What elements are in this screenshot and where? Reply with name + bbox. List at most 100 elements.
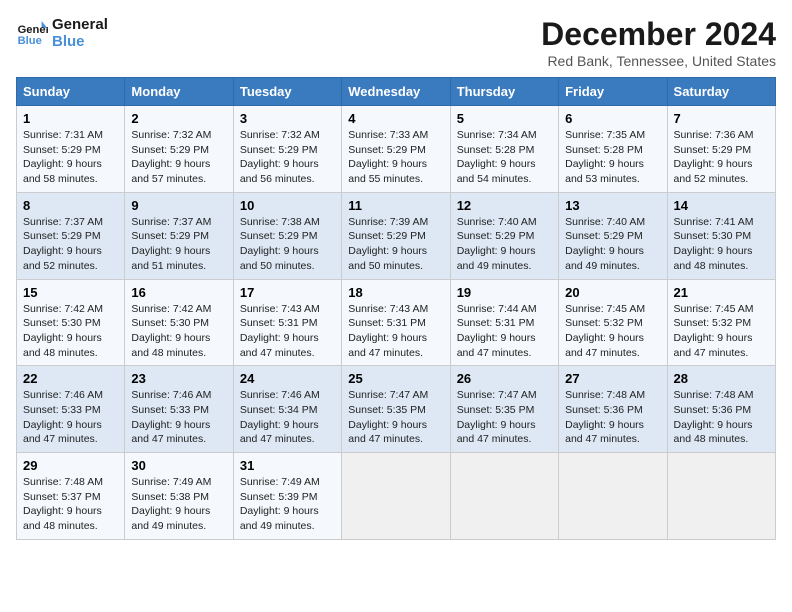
- day-info: Sunrise: 7:35 AMSunset: 5:28 PMDaylight:…: [565, 129, 645, 185]
- day-number: 10: [240, 198, 335, 213]
- calendar-cell: [450, 453, 558, 540]
- day-number: 20: [565, 285, 660, 300]
- day-number: 7: [674, 111, 769, 126]
- day-number: 26: [457, 371, 552, 386]
- day-info: Sunrise: 7:31 AMSunset: 5:29 PMDaylight:…: [23, 129, 103, 185]
- day-info: Sunrise: 7:48 AMSunset: 5:36 PMDaylight:…: [674, 389, 754, 445]
- day-number: 11: [348, 198, 443, 213]
- day-info: Sunrise: 7:46 AMSunset: 5:33 PMDaylight:…: [23, 389, 103, 445]
- calendar-cell: [559, 453, 667, 540]
- calendar-cell: 28 Sunrise: 7:48 AMSunset: 5:36 PMDaylig…: [667, 366, 775, 453]
- header: General Blue General Blue December 2024 …: [16, 16, 776, 69]
- col-friday: Friday: [559, 78, 667, 106]
- day-number: 30: [131, 458, 226, 473]
- day-info: Sunrise: 7:47 AMSunset: 5:35 PMDaylight:…: [348, 389, 428, 445]
- calendar-cell: 31 Sunrise: 7:49 AMSunset: 5:39 PMDaylig…: [233, 453, 341, 540]
- day-info: Sunrise: 7:48 AMSunset: 5:36 PMDaylight:…: [565, 389, 645, 445]
- calendar-title: December 2024: [541, 16, 776, 53]
- day-number: 13: [565, 198, 660, 213]
- day-info: Sunrise: 7:32 AMSunset: 5:29 PMDaylight:…: [131, 129, 211, 185]
- day-number: 25: [348, 371, 443, 386]
- calendar-row: 8 Sunrise: 7:37 AMSunset: 5:29 PMDayligh…: [17, 192, 776, 279]
- day-info: Sunrise: 7:49 AMSunset: 5:39 PMDaylight:…: [240, 476, 320, 532]
- calendar-cell: [342, 453, 450, 540]
- calendar-cell: 1 Sunrise: 7:31 AMSunset: 5:29 PMDayligh…: [17, 106, 125, 193]
- day-info: Sunrise: 7:38 AMSunset: 5:29 PMDaylight:…: [240, 216, 320, 272]
- day-info: Sunrise: 7:44 AMSunset: 5:31 PMDaylight:…: [457, 303, 537, 359]
- calendar-cell: 10 Sunrise: 7:38 AMSunset: 5:29 PMDaylig…: [233, 192, 341, 279]
- calendar-cell: 23 Sunrise: 7:46 AMSunset: 5:33 PMDaylig…: [125, 366, 233, 453]
- calendar-cell: 12 Sunrise: 7:40 AMSunset: 5:29 PMDaylig…: [450, 192, 558, 279]
- calendar-cell: 9 Sunrise: 7:37 AMSunset: 5:29 PMDayligh…: [125, 192, 233, 279]
- calendar-row: 22 Sunrise: 7:46 AMSunset: 5:33 PMDaylig…: [17, 366, 776, 453]
- calendar-cell: 5 Sunrise: 7:34 AMSunset: 5:28 PMDayligh…: [450, 106, 558, 193]
- day-number: 22: [23, 371, 118, 386]
- day-info: Sunrise: 7:34 AMSunset: 5:28 PMDaylight:…: [457, 129, 537, 185]
- calendar-cell: 13 Sunrise: 7:40 AMSunset: 5:29 PMDaylig…: [559, 192, 667, 279]
- calendar-cell: 14 Sunrise: 7:41 AMSunset: 5:30 PMDaylig…: [667, 192, 775, 279]
- col-wednesday: Wednesday: [342, 78, 450, 106]
- col-sunday: Sunday: [17, 78, 125, 106]
- day-number: 3: [240, 111, 335, 126]
- calendar-cell: 24 Sunrise: 7:46 AMSunset: 5:34 PMDaylig…: [233, 366, 341, 453]
- day-info: Sunrise: 7:39 AMSunset: 5:29 PMDaylight:…: [348, 216, 428, 272]
- day-number: 27: [565, 371, 660, 386]
- calendar-cell: 18 Sunrise: 7:43 AMSunset: 5:31 PMDaylig…: [342, 279, 450, 366]
- calendar-cell: 30 Sunrise: 7:49 AMSunset: 5:38 PMDaylig…: [125, 453, 233, 540]
- day-number: 2: [131, 111, 226, 126]
- day-info: Sunrise: 7:47 AMSunset: 5:35 PMDaylight:…: [457, 389, 537, 445]
- logo-text-general: General: [52, 16, 108, 33]
- logo-text-blue: Blue: [52, 33, 108, 50]
- calendar-cell: 3 Sunrise: 7:32 AMSunset: 5:29 PMDayligh…: [233, 106, 341, 193]
- day-info: Sunrise: 7:48 AMSunset: 5:37 PMDaylight:…: [23, 476, 103, 532]
- header-row: Sunday Monday Tuesday Wednesday Thursday…: [17, 78, 776, 106]
- calendar-cell: 4 Sunrise: 7:33 AMSunset: 5:29 PMDayligh…: [342, 106, 450, 193]
- day-info: Sunrise: 7:46 AMSunset: 5:34 PMDaylight:…: [240, 389, 320, 445]
- day-info: Sunrise: 7:37 AMSunset: 5:29 PMDaylight:…: [23, 216, 103, 272]
- day-info: Sunrise: 7:42 AMSunset: 5:30 PMDaylight:…: [23, 303, 103, 359]
- day-info: Sunrise: 7:43 AMSunset: 5:31 PMDaylight:…: [348, 303, 428, 359]
- calendar-cell: 16 Sunrise: 7:42 AMSunset: 5:30 PMDaylig…: [125, 279, 233, 366]
- day-number: 24: [240, 371, 335, 386]
- day-number: 23: [131, 371, 226, 386]
- day-info: Sunrise: 7:49 AMSunset: 5:38 PMDaylight:…: [131, 476, 211, 532]
- day-number: 21: [674, 285, 769, 300]
- day-info: Sunrise: 7:42 AMSunset: 5:30 PMDaylight:…: [131, 303, 211, 359]
- day-info: Sunrise: 7:46 AMSunset: 5:33 PMDaylight:…: [131, 389, 211, 445]
- day-number: 9: [131, 198, 226, 213]
- day-info: Sunrise: 7:36 AMSunset: 5:29 PMDaylight:…: [674, 129, 754, 185]
- day-info: Sunrise: 7:40 AMSunset: 5:29 PMDaylight:…: [457, 216, 537, 272]
- col-monday: Monday: [125, 78, 233, 106]
- calendar-row: 29 Sunrise: 7:48 AMSunset: 5:37 PMDaylig…: [17, 453, 776, 540]
- day-info: Sunrise: 7:33 AMSunset: 5:29 PMDaylight:…: [348, 129, 428, 185]
- calendar-table: Sunday Monday Tuesday Wednesday Thursday…: [16, 77, 776, 540]
- calendar-cell: 25 Sunrise: 7:47 AMSunset: 5:35 PMDaylig…: [342, 366, 450, 453]
- calendar-cell: 21 Sunrise: 7:45 AMSunset: 5:32 PMDaylig…: [667, 279, 775, 366]
- day-number: 16: [131, 285, 226, 300]
- calendar-cell: 20 Sunrise: 7:45 AMSunset: 5:32 PMDaylig…: [559, 279, 667, 366]
- day-number: 18: [348, 285, 443, 300]
- day-number: 31: [240, 458, 335, 473]
- logo-icon: General Blue: [16, 17, 48, 49]
- day-number: 28: [674, 371, 769, 386]
- calendar-row: 15 Sunrise: 7:42 AMSunset: 5:30 PMDaylig…: [17, 279, 776, 366]
- calendar-cell: 15 Sunrise: 7:42 AMSunset: 5:30 PMDaylig…: [17, 279, 125, 366]
- day-number: 12: [457, 198, 552, 213]
- calendar-cell: 2 Sunrise: 7:32 AMSunset: 5:29 PMDayligh…: [125, 106, 233, 193]
- day-number: 6: [565, 111, 660, 126]
- calendar-cell: [667, 453, 775, 540]
- day-number: 15: [23, 285, 118, 300]
- calendar-cell: 22 Sunrise: 7:46 AMSunset: 5:33 PMDaylig…: [17, 366, 125, 453]
- day-number: 29: [23, 458, 118, 473]
- calendar-cell: 8 Sunrise: 7:37 AMSunset: 5:29 PMDayligh…: [17, 192, 125, 279]
- day-number: 8: [23, 198, 118, 213]
- calendar-cell: 6 Sunrise: 7:35 AMSunset: 5:28 PMDayligh…: [559, 106, 667, 193]
- day-info: Sunrise: 7:41 AMSunset: 5:30 PMDaylight:…: [674, 216, 754, 272]
- day-info: Sunrise: 7:40 AMSunset: 5:29 PMDaylight:…: [565, 216, 645, 272]
- day-info: Sunrise: 7:32 AMSunset: 5:29 PMDaylight:…: [240, 129, 320, 185]
- title-area: December 2024 Red Bank, Tennessee, Unite…: [541, 16, 776, 69]
- calendar-cell: 7 Sunrise: 7:36 AMSunset: 5:29 PMDayligh…: [667, 106, 775, 193]
- col-thursday: Thursday: [450, 78, 558, 106]
- calendar-subtitle: Red Bank, Tennessee, United States: [541, 53, 776, 69]
- day-number: 5: [457, 111, 552, 126]
